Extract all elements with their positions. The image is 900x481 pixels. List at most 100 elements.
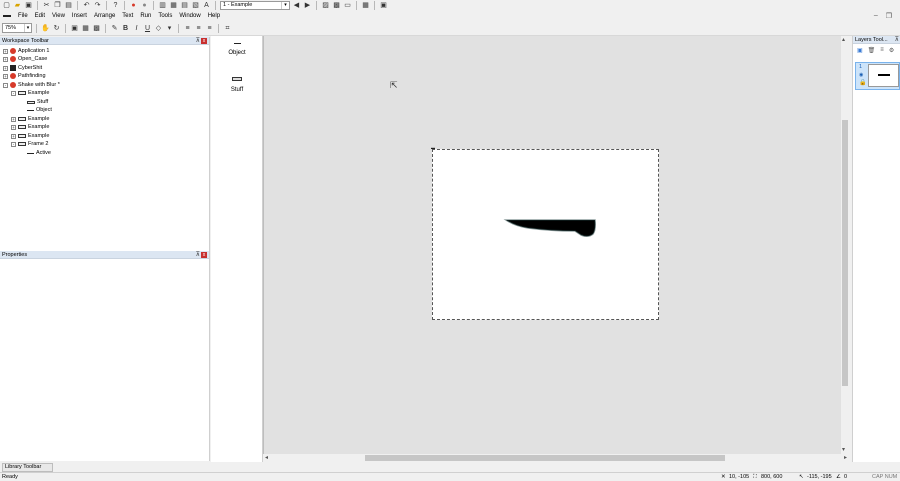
- expand-icon[interactable]: +: [3, 48, 8, 54]
- zoom-select[interactable]: 75% ▾: [2, 23, 32, 33]
- close-icon[interactable]: x: [201, 38, 207, 44]
- tree-item-frame-2[interactable]: - Frame 2: [11, 140, 48, 148]
- scroll-down-icon[interactable]: ▾: [842, 446, 845, 454]
- tab-library-toolbar[interactable]: Library Toolbar: [2, 463, 53, 472]
- menu-item-tools[interactable]: Tools: [158, 13, 172, 19]
- tree-item-label: Stuff: [37, 99, 49, 105]
- tree-item-object[interactable]: Object: [27, 106, 52, 114]
- expand-icon[interactable]: +: [11, 133, 16, 139]
- frame-select[interactable]: 1 - Example ▾: [220, 1, 290, 10]
- menu-item-window[interactable]: Window: [179, 13, 200, 19]
- panel-layout-icon[interactable]: ▥: [158, 1, 167, 10]
- library-item-object[interactable]: Object: [211, 41, 263, 56]
- tree-item-open-case[interactable]: + Open_Case: [3, 55, 47, 63]
- menu-item-help[interactable]: Help: [208, 13, 220, 19]
- add-layer-icon[interactable]: ▣: [857, 47, 863, 54]
- frame-icon[interactable]: ▨: [321, 1, 330, 10]
- frame-view-icon[interactable]: ▩: [92, 24, 101, 33]
- redo-icon[interactable]: ↷: [93, 1, 102, 10]
- app-menu-icon[interactable]: [3, 15, 11, 17]
- help-icon[interactable]: ?: [111, 1, 120, 10]
- scroll-up-icon[interactable]: ▴: [842, 36, 845, 44]
- minimize-icon[interactable]: –: [874, 12, 878, 20]
- frame-icon[interactable]: ▩: [332, 1, 341, 10]
- fit-icon[interactable]: ⌗: [223, 24, 232, 33]
- expand-icon[interactable]: +: [11, 124, 16, 130]
- library-item-stuff[interactable]: Stuff: [211, 76, 263, 93]
- frame-icon[interactable]: ▭: [343, 1, 352, 10]
- pin-icon[interactable]: ⊼: [196, 37, 200, 45]
- scroll-right-icon[interactable]: ▸: [844, 454, 847, 462]
- close-icon[interactable]: x: [201, 252, 207, 258]
- align-center-icon[interactable]: ≡: [194, 24, 203, 33]
- panel-layout-icon[interactable]: ▧: [191, 1, 200, 10]
- menu-item-run[interactable]: Run: [140, 13, 151, 19]
- record-icon[interactable]: ●: [140, 1, 149, 10]
- restore-icon[interactable]: ❐: [886, 12, 892, 20]
- panel-layout-icon[interactable]: ▤: [180, 1, 189, 10]
- text-icon[interactable]: A: [202, 1, 211, 10]
- expand-icon[interactable]: +: [3, 65, 8, 71]
- menu-item-text[interactable]: Text: [122, 13, 133, 19]
- cut-icon[interactable]: ✂: [42, 1, 51, 10]
- stop-icon[interactable]: ●: [129, 1, 138, 10]
- collapse-icon[interactable]: -: [11, 90, 16, 96]
- panel-layout-icon[interactable]: ▦: [169, 1, 178, 10]
- tree-item-frame-example[interactable]: + Example: [11, 115, 49, 123]
- tree-item-stuff[interactable]: Stuff: [27, 98, 48, 106]
- expand-icon[interactable]: +: [3, 73, 8, 79]
- undo-icon[interactable]: ↶: [82, 1, 91, 10]
- tree-item-application[interactable]: + Application 1: [3, 47, 50, 55]
- delete-layer-icon[interactable]: 🗑: [868, 47, 876, 54]
- hand-icon[interactable]: ✋: [41, 24, 50, 33]
- chevron-down-icon[interactable]: ▾: [165, 24, 174, 33]
- italic-icon[interactable]: I: [132, 24, 141, 33]
- layer-options-icon[interactable]: ≡: [880, 47, 884, 54]
- next-frame-icon[interactable]: ▶: [303, 1, 312, 10]
- copy-icon[interactable]: ❐: [53, 1, 62, 10]
- horizontal-scroll-thumb[interactable]: [365, 455, 725, 461]
- expand-icon[interactable]: +: [3, 56, 8, 62]
- layer-settings-icon[interactable]: ⚙: [889, 47, 894, 54]
- open-folder-icon[interactable]: ▰: [13, 1, 22, 10]
- tree-item-pathfinding[interactable]: + Pathfinding: [3, 72, 46, 80]
- menu-item-file[interactable]: File: [18, 13, 28, 19]
- tree-item-frame-example[interactable]: - Example: [11, 89, 49, 97]
- pin-icon[interactable]: ⊼: [196, 251, 200, 259]
- lock-icon[interactable]: 🔒: [859, 79, 866, 86]
- visibility-icon[interactable]: ◉: [859, 72, 863, 78]
- collapse-icon[interactable]: -: [11, 141, 16, 147]
- frame-view-icon[interactable]: ▣: [70, 24, 79, 33]
- settings-icon[interactable]: ▣: [379, 1, 388, 10]
- tree-item-active[interactable]: Active: [27, 149, 51, 157]
- tree-item-shake-with-blur[interactable]: - Shake with Blur *: [3, 81, 60, 89]
- menu-item-view[interactable]: View: [52, 13, 65, 19]
- collapse-icon[interactable]: -: [3, 82, 8, 88]
- draw-icon[interactable]: ✎: [110, 24, 119, 33]
- underline-icon[interactable]: U: [143, 24, 152, 33]
- knife-shape[interactable]: [433, 150, 660, 321]
- menu-item-arrange[interactable]: Arrange: [94, 13, 115, 19]
- scroll-left-icon[interactable]: ◂: [265, 454, 268, 462]
- align-left-icon[interactable]: ≡: [183, 24, 192, 33]
- previous-frame-icon[interactable]: ◀: [292, 1, 301, 10]
- paste-icon[interactable]: ▤: [64, 1, 73, 10]
- tree-item-cybershit[interactable]: + CyberShit: [3, 64, 42, 72]
- frame-icon: [18, 142, 26, 146]
- tree-item-frame-example[interactable]: + Example: [11, 123, 49, 131]
- tree-item-frame-example[interactable]: + Example: [11, 132, 49, 140]
- rotate-icon[interactable]: ↻: [52, 24, 61, 33]
- expand-icon[interactable]: +: [11, 116, 16, 122]
- vertical-scroll-thumb[interactable]: [842, 120, 848, 386]
- frame-view-icon[interactable]: ▦: [81, 24, 90, 33]
- fill-color-icon[interactable]: ◇: [154, 24, 163, 33]
- stage-frame[interactable]: [432, 149, 659, 320]
- menu-item-edit[interactable]: Edit: [35, 13, 45, 19]
- grid-icon[interactable]: ▦: [361, 1, 370, 10]
- align-right-icon[interactable]: ≡: [205, 24, 214, 33]
- save-icon[interactable]: ▣: [24, 1, 33, 10]
- bold-icon[interactable]: B: [121, 24, 130, 33]
- new-file-icon[interactable]: ▢: [2, 1, 11, 10]
- pin-icon[interactable]: ⊼: [895, 36, 899, 44]
- menu-item-insert[interactable]: Insert: [72, 13, 87, 19]
